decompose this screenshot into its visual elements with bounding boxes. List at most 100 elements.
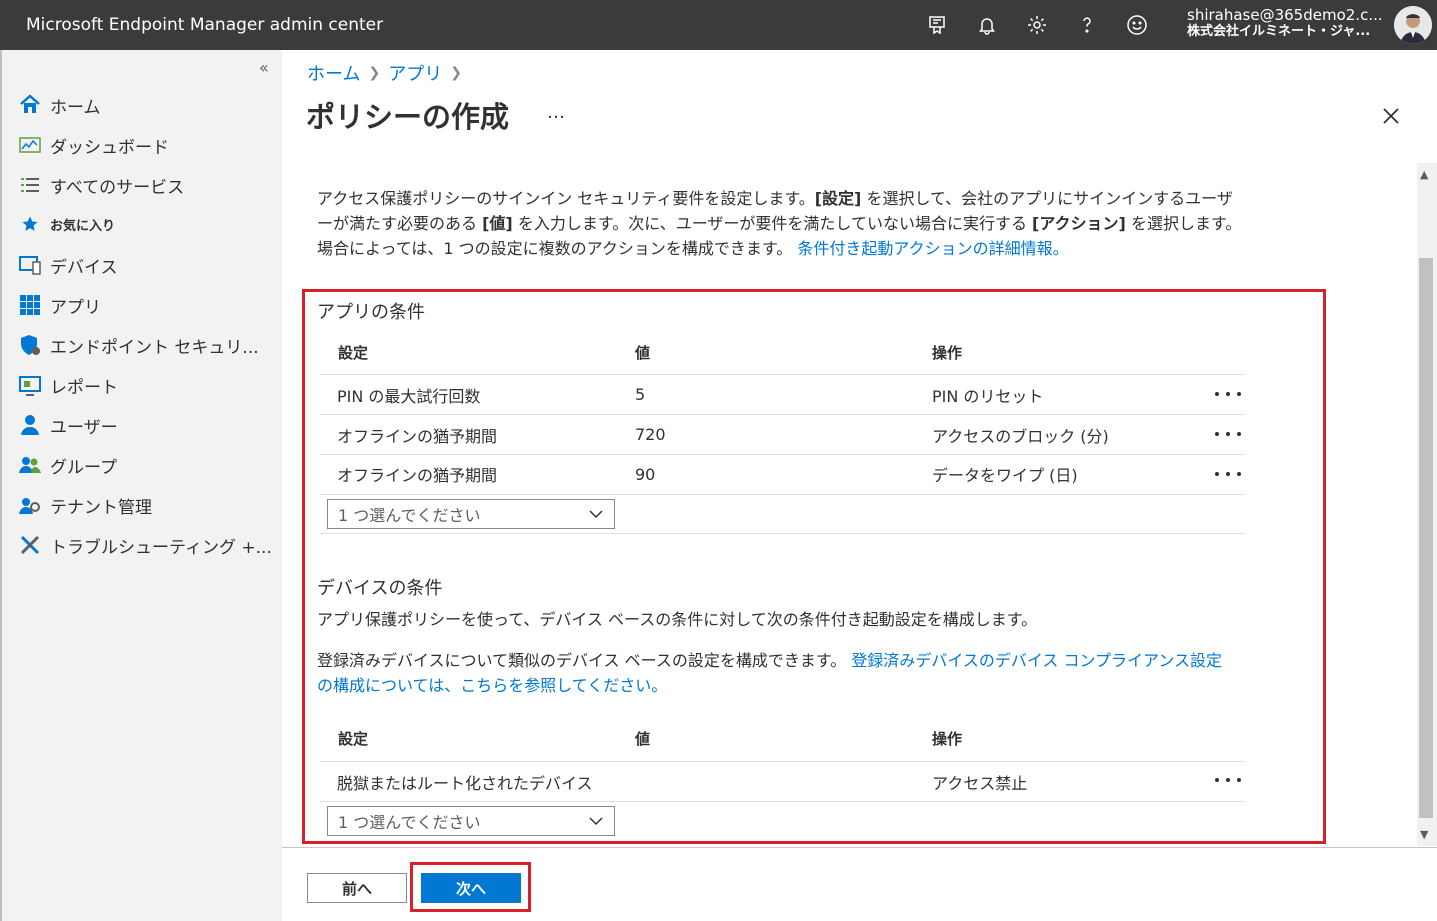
sidebar-item-label: ホーム	[50, 97, 101, 118]
conditional-launch-link[interactable]: 条件付き起動アクションの詳細情報。	[797, 239, 1068, 258]
bell-icon[interactable]	[975, 13, 999, 37]
device-compliance-link[interactable]: 登録済みデバイスのデバイス コンプライアンス設定	[851, 651, 1222, 670]
scrollbar-thumb[interactable]	[1419, 258, 1433, 818]
more-options-button[interactable]: …	[547, 102, 565, 123]
devices-icon	[18, 253, 42, 277]
divider	[320, 374, 1245, 375]
divider	[320, 533, 1245, 534]
sidebar-item-label: ユーザー	[50, 417, 118, 438]
row-action[interactable]: データをワイプ (日)	[932, 462, 1078, 486]
account-org: 株式会社イルミネート・ジャ...	[1187, 24, 1371, 39]
chevron-down-icon	[589, 510, 603, 519]
device-compliance-text: 登録済みデバイスについて類似のデバイス ベースの設定を構成できます。 登録済みデ…	[317, 651, 1223, 695]
sidebar-item-label: お気に入り	[50, 218, 116, 234]
breadcrumb-home[interactable]: ホーム	[307, 60, 360, 86]
divider	[320, 494, 1245, 495]
scroll-up-icon[interactable]: ▲	[1420, 168, 1428, 181]
row-more-button[interactable]	[1215, 386, 1241, 402]
sidebar-item-label: レポート	[50, 377, 118, 398]
page-title: ポリシーの作成	[306, 100, 510, 134]
col-header-action: 操作	[932, 344, 963, 362]
top-bar: Microsoft Endpoint Manager admin center …	[0, 0, 1437, 50]
sidebar-item-reports[interactable]: レポート	[0, 368, 280, 402]
scroll-down-icon[interactable]: ▼	[1420, 828, 1428, 841]
report-icon	[18, 373, 42, 397]
app-title[interactable]: Microsoft Endpoint Manager admin center	[26, 15, 383, 35]
sidebar-item-endpoint-security[interactable]: エンドポイント セキュリ...	[0, 328, 280, 362]
account-email: shirahase@365demo2.c...	[1187, 6, 1383, 24]
divider	[320, 454, 1245, 455]
app-conditions-title: アプリの条件	[317, 302, 425, 323]
divider	[320, 801, 1245, 802]
footer-divider	[282, 847, 1437, 848]
shield-icon	[18, 333, 42, 357]
sidebar-item-devices[interactable]: デバイス	[0, 248, 280, 282]
home-icon	[18, 93, 42, 117]
sidebar-item-label: ダッシュボード	[50, 137, 169, 158]
breadcrumb: ホーム ❯ アプリ ❯	[307, 60, 462, 86]
sidebar-item-groups[interactable]: グループ	[0, 448, 280, 482]
device-conditions-title: デバイスの条件	[317, 578, 443, 599]
col-header-setting: 設定	[338, 344, 369, 362]
row-setting: PIN の最大試行回数	[337, 387, 481, 406]
previous-button[interactable]: 前へ	[307, 873, 407, 903]
sidebar-item-label: テナント管理	[50, 497, 152, 518]
row-action[interactable]: PIN のリセット	[932, 383, 1043, 407]
chevron-down-icon	[589, 817, 603, 826]
star-icon	[18, 212, 42, 236]
row-value[interactable]: 5	[635, 385, 645, 404]
row-value[interactable]: 720	[635, 425, 666, 444]
row-action[interactable]: アクセス禁止	[932, 770, 1027, 794]
sidebar-item-label: エンドポイント セキュリ...	[50, 337, 259, 358]
breadcrumb-apps[interactable]: アプリ	[388, 60, 442, 86]
smiley-icon[interactable]	[1125, 13, 1149, 37]
col-header-value: 値	[635, 344, 651, 362]
sidebar-item-favorites[interactable]: お気に入り	[0, 207, 280, 241]
row-setting: オフラインの猶予期間	[337, 466, 498, 485]
list-icon	[18, 173, 42, 197]
sidebar-item-troubleshooting[interactable]: トラブルシューティング +...	[0, 528, 280, 562]
intro-text: アクセス保護ポリシーのサインイン セキュリティ要件を設定します。[設定] を選択…	[317, 189, 1242, 258]
sidebar-item-tenant-admin[interactable]: テナント管理	[0, 488, 280, 522]
sidebar-item-label: グループ	[50, 457, 117, 478]
col-header-value: 値	[635, 730, 651, 748]
chevron-right-icon: ❯	[450, 65, 462, 81]
device-conditions-desc: アプリ保護ポリシーを使って、デバイス ベースの条件に対して次の条件付き起動設定を…	[317, 610, 1038, 629]
sidebar-item-all-services[interactable]: すべてのサービス	[0, 168, 280, 202]
col-header-setting: 設定	[338, 730, 369, 748]
dashboard-icon	[18, 133, 42, 157]
chevron-right-icon: ❯	[368, 65, 381, 81]
sidebar-item-dashboard[interactable]: ダッシュボード	[0, 128, 280, 162]
row-more-button[interactable]	[1215, 772, 1241, 788]
tools-icon	[18, 533, 42, 557]
row-more-button[interactable]	[1215, 426, 1241, 442]
collapse-sidebar-button[interactable]: «	[259, 58, 269, 77]
sidebar-item-home[interactable]: ホーム	[0, 88, 280, 122]
gear-icon[interactable]	[1025, 13, 1049, 37]
device-setting-select[interactable]: 1 つ選んでください	[327, 806, 615, 836]
feedback-portal-icon[interactable]	[925, 13, 949, 37]
row-value[interactable]: 90	[635, 465, 655, 484]
sidebar-item-apps[interactable]: アプリ	[0, 288, 280, 322]
divider	[320, 761, 1245, 762]
tenant-icon	[18, 493, 42, 517]
account-info[interactable]: shirahase@365demo2.c... 株式会社イルミネート・ジャ...	[1187, 6, 1387, 40]
next-button[interactable]: 次へ	[421, 873, 521, 903]
sidebar-item-label: すべてのサービス	[50, 177, 185, 198]
app-setting-select[interactable]: 1 つ選んでください	[327, 499, 615, 529]
sidebar-item-users[interactable]: ユーザー	[0, 408, 280, 442]
row-setting: 脱獄またはルート化されたデバイス	[337, 774, 593, 793]
col-header-action: 操作	[932, 730, 963, 748]
device-compliance-link[interactable]: の構成については、こちらを参照してください。	[317, 676, 667, 695]
user-icon	[18, 413, 42, 437]
row-action[interactable]: アクセスのブロック (分)	[932, 423, 1109, 447]
row-more-button[interactable]	[1215, 466, 1241, 482]
sidebar-item-label: アプリ	[50, 297, 101, 318]
avatar[interactable]	[1394, 6, 1432, 44]
group-icon	[18, 453, 42, 477]
help-icon[interactable]	[1075, 13, 1099, 37]
close-icon[interactable]	[1378, 103, 1404, 129]
row-setting: オフラインの猶予期間	[337, 427, 498, 446]
sidebar-item-label: デバイス	[50, 257, 118, 278]
divider	[320, 414, 1245, 415]
